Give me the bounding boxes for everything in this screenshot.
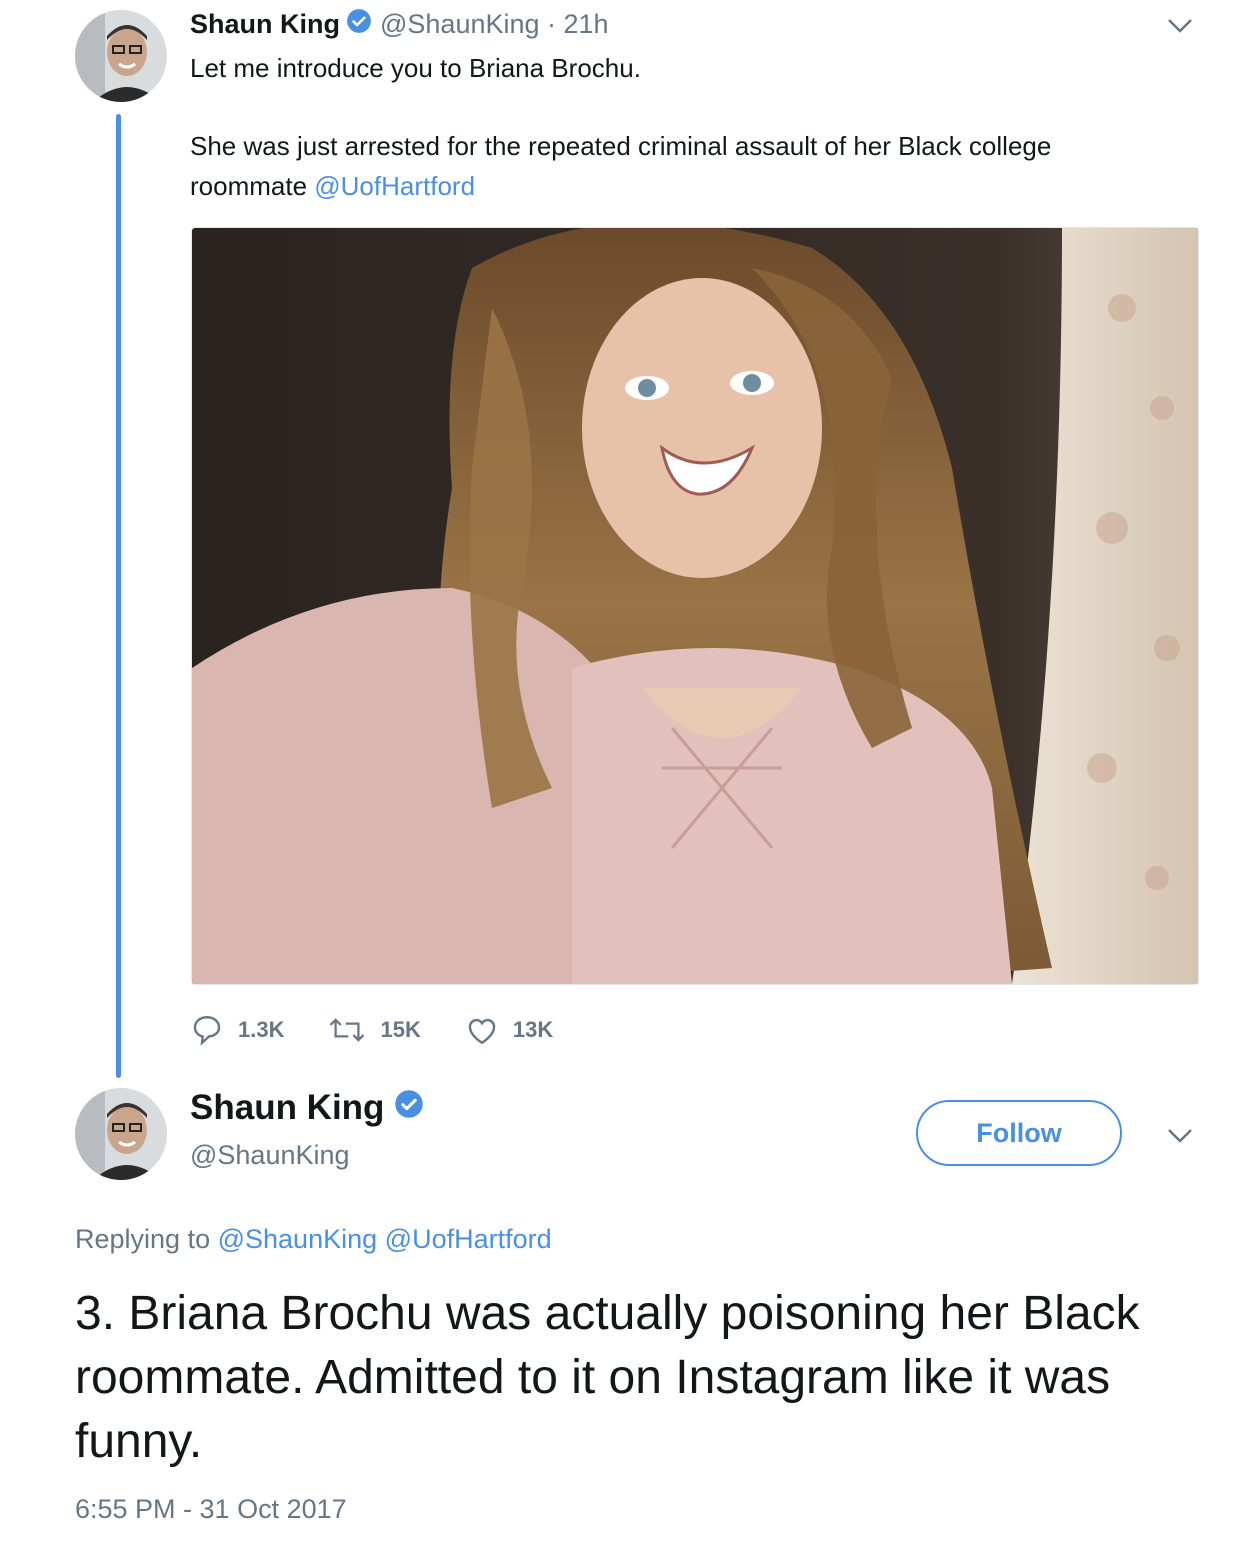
reply-count: 1.3K xyxy=(238,1017,285,1042)
selfie-photo xyxy=(192,228,1198,984)
replying-to: Replying to @ShaunKing @UofHartford xyxy=(75,1224,552,1255)
thread-line xyxy=(116,114,121,1078)
verified-icon xyxy=(346,8,372,41)
tweet-text: 3. Briana Brochu was actually poisoning … xyxy=(75,1287,1140,1468)
display-name[interactable]: Shaun King xyxy=(190,1088,384,1128)
avatar-photo xyxy=(75,1088,167,1180)
follow-button[interactable]: Follow xyxy=(916,1100,1122,1166)
handle-and-time[interactable]: @ShaunKing · 21h xyxy=(380,9,609,40)
tweet-header: Shaun King @ShaunKing · 21h xyxy=(190,8,609,41)
author-handle[interactable]: @ShaunKing xyxy=(190,1140,350,1171)
retweet-button[interactable]: 15K xyxy=(328,1015,421,1045)
reply-button[interactable]: 1.3K xyxy=(190,1013,284,1047)
tweet-text-line2: She was just arrested for the repeated c… xyxy=(190,131,1052,161)
mention-link[interactable]: @UofHartford xyxy=(314,171,475,201)
like-button[interactable]: 13K xyxy=(465,1014,553,1046)
author-name-row: Shaun King xyxy=(190,1088,424,1128)
avatar[interactable] xyxy=(75,1088,167,1180)
reply-icon xyxy=(193,1016,221,1046)
verified-icon xyxy=(394,1088,424,1128)
display-name[interactable]: Shaun King xyxy=(190,9,340,40)
tweet-timestamp[interactable]: 6:55 PM - 31 Oct 2017 xyxy=(75,1494,347,1525)
chevron-down-icon[interactable] xyxy=(1160,1116,1200,1156)
reply-mention-link[interactable]: @ShaunKing xyxy=(218,1224,378,1254)
tweet-text-line1: Let me introduce you to Briana Brochu. xyxy=(190,53,641,83)
like-count: 13K xyxy=(512,1017,554,1042)
tweet-text-line3: roommate @UofHartford xyxy=(190,166,475,206)
tweet-actions: 1.3K 15K 13K xyxy=(190,1010,597,1050)
retweet-icon xyxy=(330,1018,365,1042)
avatar[interactable] xyxy=(75,10,167,102)
chevron-down-icon[interactable] xyxy=(1160,6,1200,46)
like-icon xyxy=(468,1018,496,1045)
tweet-text-prefix: roommate xyxy=(190,171,315,201)
tweet-photo[interactable] xyxy=(191,227,1199,985)
avatar-photo xyxy=(75,10,167,102)
retweet-count: 15K xyxy=(380,1017,421,1042)
reply-mention-link[interactable]: @UofHartford xyxy=(385,1224,552,1254)
replying-label: Replying to xyxy=(75,1224,211,1254)
